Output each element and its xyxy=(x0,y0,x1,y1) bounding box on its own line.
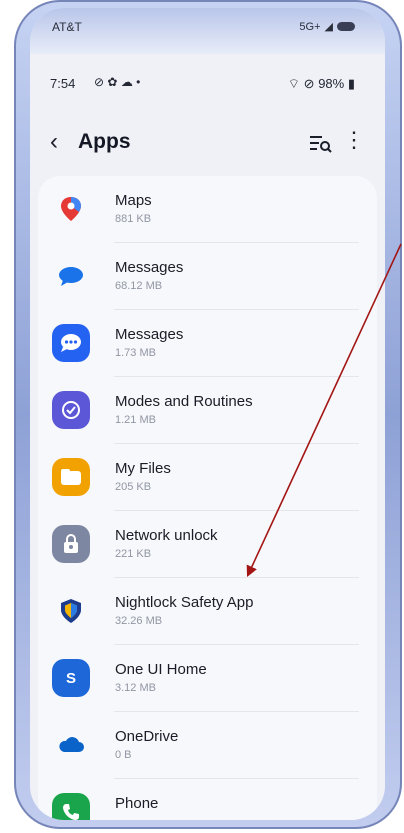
app-size: 0 B xyxy=(115,749,132,761)
page-title: Apps xyxy=(78,130,131,153)
app-name: Messages xyxy=(115,259,184,276)
phone-icon xyxy=(52,793,90,820)
oneui-home-icon: S xyxy=(52,659,90,697)
cloud-sync-icon: ☁ xyxy=(120,75,133,89)
list-item-network-unlock[interactable]: Network unlock 221 KB xyxy=(38,511,377,578)
maps-pin-icon xyxy=(52,190,90,228)
volte-pill-icon xyxy=(337,22,355,31)
carrier-name: AT&T xyxy=(52,20,82,34)
status-icons: ⊘ ✿ ☁ • xyxy=(94,75,140,89)
app-size: 205 KB xyxy=(115,481,152,493)
status-time: 7:54 xyxy=(50,76,76,91)
modes-check-icon xyxy=(52,391,90,429)
back-arrow-icon[interactable]: ‹ xyxy=(50,128,58,156)
list-item-nightlock-safety-app[interactable]: Nightlock Safety App 32.26 MB xyxy=(38,578,377,645)
app-name: My Files xyxy=(115,460,171,477)
app-name: Nightlock Safety App xyxy=(115,594,254,611)
app-size: 68.12 MB xyxy=(115,280,163,292)
app-size: 881 KB xyxy=(115,213,152,225)
list-item-onedrive[interactable]: OneDrive 0 B xyxy=(38,712,377,779)
lock-icon xyxy=(52,525,90,563)
app-bar: ‹ Apps ⋮ xyxy=(30,124,385,168)
network-indicator: 5G+ ◢ xyxy=(299,20,355,33)
app-list: Maps 881 KB Messages 68.12 MB Messages 1… xyxy=(38,176,377,820)
shield-icon xyxy=(52,592,90,630)
dot-icon: • xyxy=(136,75,141,89)
list-search-icon[interactable] xyxy=(307,132,333,154)
signal-icon: ◢ xyxy=(324,21,333,33)
app-name: Phone xyxy=(115,795,159,812)
app-name: Network unlock xyxy=(115,527,218,544)
more-vert-icon[interactable]: ⋮ xyxy=(343,127,365,153)
app-name: OneDrive xyxy=(115,728,179,745)
folder-icon xyxy=(52,458,90,496)
list-item-messages-google[interactable]: Messages 68.12 MB xyxy=(38,243,377,310)
app-size: 32.26 MB xyxy=(115,615,163,627)
phone-screen: AT&T 5G+ ◢ 7:54 ⊘ ✿ ☁ • ⌔ ⊘ 98% ▮ ‹ Apps xyxy=(30,8,385,820)
list-item-maps[interactable]: Maps 881 KB xyxy=(38,176,377,243)
app-size: 1.73 MB xyxy=(115,347,156,359)
list-item-phone[interactable]: Phone xyxy=(38,779,377,820)
app-size: 221 KB xyxy=(115,548,152,560)
svg-text:S: S xyxy=(66,670,76,687)
battery-icon: ▮ xyxy=(347,76,355,91)
battery-indicator: ⌔ ⊘ 98% ▮ xyxy=(288,76,355,92)
network-label: 5G+ xyxy=(299,20,321,33)
messages-dots-icon xyxy=(52,324,90,362)
list-item-modes-and-routines[interactable]: Modes and Routines 1.21 MB xyxy=(38,377,377,444)
app-name: One UI Home xyxy=(115,661,207,678)
carrier-bar: AT&T 5G+ ◢ xyxy=(30,8,385,54)
app-name: Modes and Routines xyxy=(115,393,253,410)
settings-icon: ✿ xyxy=(107,75,118,89)
status-bar: 7:54 ⊘ ✿ ☁ • ⌔ ⊘ 98% ▮ xyxy=(30,72,385,100)
app-size: 3.12 MB xyxy=(115,682,156,694)
alarm-icon: ⊘ xyxy=(94,75,105,89)
dnd-icon: ⊘ xyxy=(303,76,315,91)
app-size: 1.21 MB xyxy=(115,414,156,426)
app-name: Messages xyxy=(115,326,184,343)
list-item-messages-samsung[interactable]: Messages 1.73 MB xyxy=(38,310,377,377)
app-name: Maps xyxy=(115,192,152,209)
battery-percent: 98% xyxy=(318,76,345,91)
list-item-my-files[interactable]: My Files 205 KB xyxy=(38,444,377,511)
wifi-icon: ⌔ xyxy=(287,76,301,91)
list-item-one-ui-home[interactable]: S One UI Home 3.12 MB xyxy=(38,645,377,712)
messages-bubble-icon xyxy=(52,257,90,295)
cloud-icon xyxy=(52,726,90,764)
